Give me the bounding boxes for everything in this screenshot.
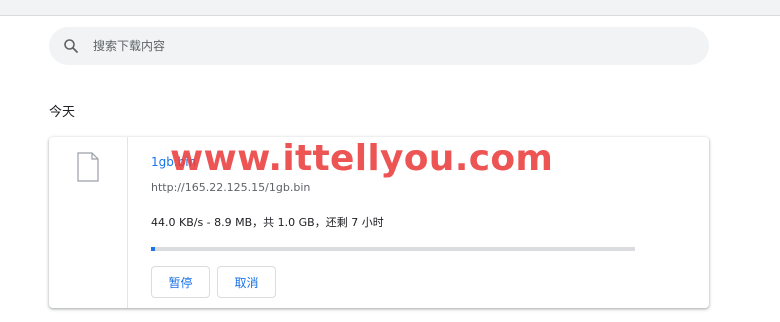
file-icon-column <box>49 137 128 308</box>
download-item-card: 1gb.bin http://165.22.125.15/1gb.bin 44.… <box>49 137 709 308</box>
download-filename-link[interactable]: 1gb.bin <box>151 155 196 169</box>
progress-bar-fill <box>151 247 156 251</box>
search-icon <box>63 38 79 54</box>
date-section-title: 今天 <box>49 105 76 120</box>
progress-bar <box>151 247 635 251</box>
download-status: 44.0 KB/s - 8.9 MB，共 1.0 GB，还剩 7 小时 <box>151 216 384 229</box>
download-url: http://165.22.125.15/1gb.bin <box>151 181 311 194</box>
search-bar[interactable] <box>49 27 709 65</box>
top-toolbar <box>0 0 780 16</box>
search-input[interactable] <box>93 39 653 53</box>
pause-button[interactable]: 暂停 <box>151 266 210 298</box>
file-icon <box>77 152 99 182</box>
cancel-button[interactable]: 取消 <box>217 266 276 298</box>
